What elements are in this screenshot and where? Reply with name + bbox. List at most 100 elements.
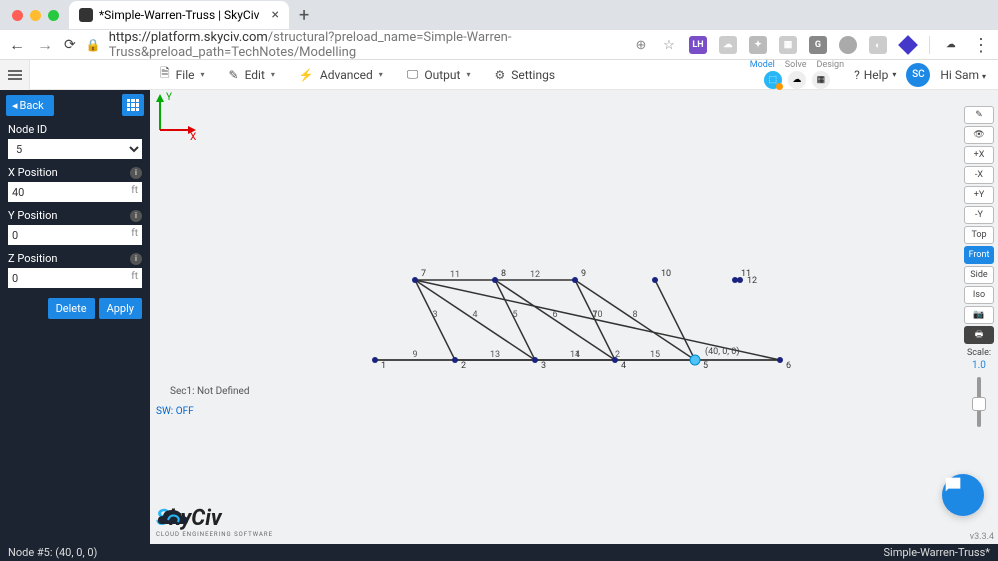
chat-button[interactable] <box>942 474 984 516</box>
tab-title: *Simple-Warren-Truss | SkyCiv <box>99 8 259 22</box>
main-menu-button[interactable] <box>0 60 30 90</box>
extension-icon[interactable]: ◐ <box>869 36 887 54</box>
visibility-toggle[interactable]: 👁 <box>964 126 994 144</box>
y-input[interactable] <box>8 225 142 245</box>
delete-button[interactable]: Delete <box>48 298 95 319</box>
file-menu[interactable]: 🗎File▾ <box>160 64 205 85</box>
extension-icon[interactable]: ✦ <box>749 36 767 54</box>
back-button[interactable]: ◂ Back <box>6 95 54 116</box>
model-icon[interactable]: ⬚ <box>764 71 782 89</box>
svg-text:2: 2 <box>461 361 466 371</box>
tab-design[interactable]: Design <box>817 60 845 70</box>
view-controls: ✎ 👁 +X -X +Y -Y Top Front Side Iso 📷 🖶 S… <box>964 106 994 431</box>
view-side[interactable]: Side <box>964 266 994 284</box>
screenshot-button[interactable]: 📷 <box>964 306 994 324</box>
app-main: ◂ Back Node ID 5 X Positioni ft Y Positi… <box>0 90 998 544</box>
datasheet-button[interactable] <box>122 94 144 116</box>
maximize-window-icon[interactable] <box>48 10 59 21</box>
version-label: v3.3.4 <box>970 532 994 542</box>
extension-icon[interactable]: LH <box>689 36 707 54</box>
left-panel: ◂ Back Node ID 5 X Positioni ft Y Positi… <box>0 90 150 544</box>
tab-solve[interactable]: Solve <box>785 60 807 70</box>
back-icon[interactable]: ← <box>8 35 26 55</box>
print-button[interactable]: 🖶 <box>964 326 994 344</box>
menu-bar: 🗎File▾ ✎Edit▾ ⚡Advanced▾ 🖵Output▾ ⚙Setti… <box>160 64 555 85</box>
lock-icon: 🔒 <box>86 38 101 52</box>
extension-icon[interactable] <box>898 35 918 55</box>
user-greeting[interactable]: Hi Sam ▾ <box>940 68 986 82</box>
pencil-icon: ✎ <box>229 68 239 82</box>
info-icon[interactable]: i <box>130 210 142 222</box>
reload-icon[interactable]: ⟳ <box>64 37 76 53</box>
url-field[interactable]: 🔒 https://platform.skyciv.com/structural… <box>86 30 623 60</box>
scale-label: Scale: <box>964 348 994 358</box>
info-icon[interactable]: i <box>130 253 142 265</box>
help-icon: ? <box>854 68 860 82</box>
svg-text:10: 10 <box>592 310 602 320</box>
info-icon[interactable]: i <box>130 167 142 179</box>
app-toolbar: 🗎File▾ ✎Edit▾ ⚡Advanced▾ 🖵Output▾ ⚙Setti… <box>0 60 998 90</box>
slider-thumb[interactable] <box>972 397 986 411</box>
chrome-menu-icon[interactable]: ⋮ <box>972 35 990 56</box>
unit-label: ft <box>131 228 138 239</box>
new-tab-button[interactable]: + <box>299 5 309 26</box>
svg-text:Y: Y <box>166 92 172 103</box>
axis-indicator: Y X <box>150 90 200 140</box>
view-minus-x[interactable]: -X <box>964 166 994 184</box>
window-controls[interactable] <box>8 10 69 21</box>
svg-text:3: 3 <box>541 361 546 371</box>
pencil-tool[interactable]: ✎ <box>964 106 994 124</box>
view-iso[interactable]: Iso <box>964 286 994 304</box>
svg-text:1: 1 <box>381 361 386 371</box>
svg-text:9: 9 <box>412 350 417 360</box>
svg-text:13: 13 <box>490 350 500 360</box>
view-front[interactable]: Front <box>964 246 994 264</box>
search-icon[interactable]: ⊕ <box>633 37 649 53</box>
apply-button[interactable]: Apply <box>99 298 142 319</box>
bolt-icon: ⚡ <box>299 68 314 82</box>
scale-value: 1.0 <box>964 360 994 371</box>
svg-text:4: 4 <box>472 310 477 320</box>
status-bar: Node #5: (40, 0, 0) Simple-Warren-Truss* <box>0 544 998 561</box>
svg-text:X: X <box>190 132 196 140</box>
extension-icon[interactable]: ☁ <box>719 36 737 54</box>
unit-label: ft <box>131 185 138 196</box>
unit-label: ft <box>131 271 138 282</box>
z-input[interactable] <box>8 268 142 288</box>
avatar[interactable]: SC <box>906 63 930 87</box>
tab-model[interactable]: Model <box>750 60 775 70</box>
help-menu[interactable]: ?Help▾ <box>854 68 896 82</box>
close-tab-icon[interactable]: × <box>271 7 278 23</box>
extension-icon[interactable]: ▦ <box>779 36 797 54</box>
x-input[interactable] <box>8 182 142 202</box>
svg-text:15: 15 <box>650 350 660 360</box>
extension-icon[interactable] <box>839 36 857 54</box>
svg-text:6: 6 <box>786 361 791 371</box>
view-top[interactable]: Top <box>964 226 994 244</box>
edit-menu[interactable]: ✎Edit▾ <box>229 64 275 85</box>
svg-text:14: 14 <box>570 350 580 360</box>
mode-tabs: Model Solve Design ⬚ ☁ ▦ <box>750 60 844 89</box>
star-icon[interactable]: ☆ <box>661 37 677 53</box>
browser-tab[interactable]: *Simple-Warren-Truss | SkyCiv × <box>69 1 289 29</box>
advanced-menu[interactable]: ⚡Advanced▾ <box>299 64 383 85</box>
logo-subtitle: CLOUD ENGINEERING SOFTWARE <box>156 531 273 538</box>
node-id-select[interactable]: 5 <box>8 139 142 159</box>
extension-icon[interactable]: G <box>809 36 827 54</box>
svg-text:5: 5 <box>703 361 708 371</box>
view-minus-y[interactable]: -Y <box>964 206 994 224</box>
solve-icon[interactable]: ☁ <box>788 71 806 89</box>
forward-icon: → <box>36 35 54 55</box>
view-plus-y[interactable]: +Y <box>964 186 994 204</box>
view-plus-x[interactable]: +X <box>964 146 994 164</box>
file-icon: 🗎 <box>160 64 170 85</box>
section-status: Sec1: Not Defined <box>170 386 249 397</box>
output-menu[interactable]: 🖵Output▾ <box>407 64 471 85</box>
skyciv-ext-icon[interactable]: ☁ <box>942 36 960 54</box>
close-window-icon[interactable] <box>12 10 23 21</box>
scale-slider[interactable] <box>977 377 981 427</box>
settings-menu[interactable]: ⚙Settings <box>494 64 555 85</box>
design-icon[interactable]: ▦ <box>812 71 830 89</box>
minimize-window-icon[interactable] <box>30 10 41 21</box>
model-canvas[interactable]: 1234567891314151011121234567891011(40, 0… <box>150 90 998 544</box>
